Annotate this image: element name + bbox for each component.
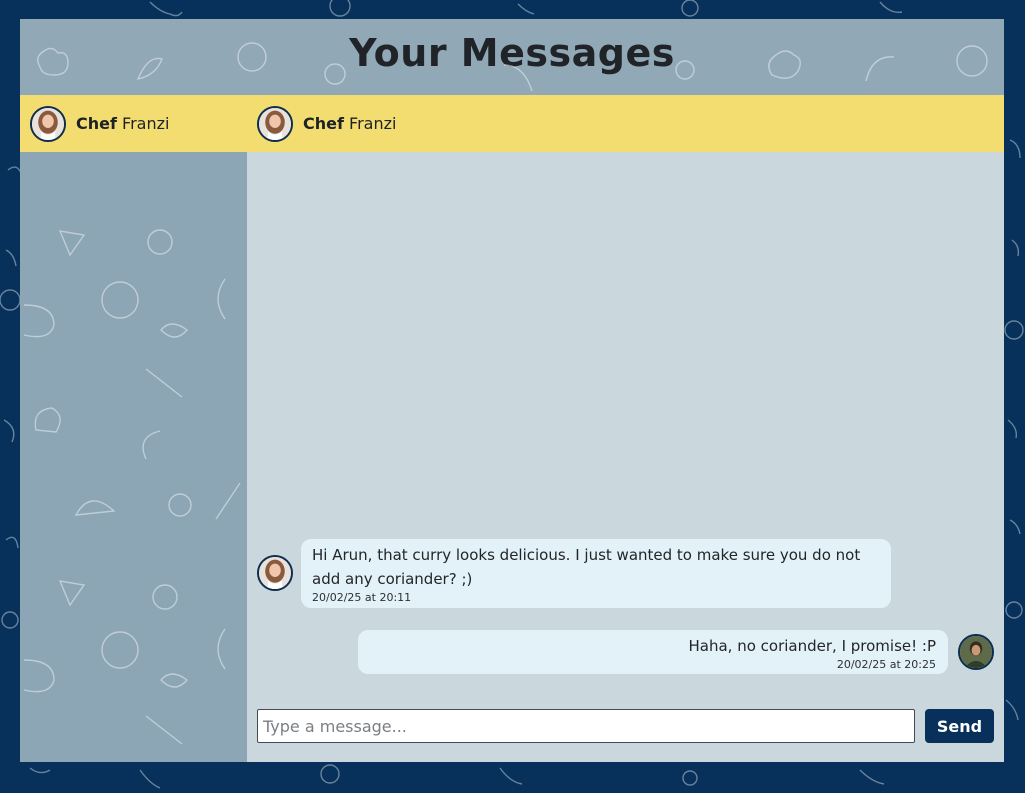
chat-header: Chef Franzi <box>247 95 1004 152</box>
food-doodle-icon <box>675 60 695 80</box>
message-bubble: Haha, no coriander, I promise! :P 20/02/… <box>358 630 948 674</box>
avatar <box>257 105 293 142</box>
avatar-photo <box>259 557 291 589</box>
avatar-photo <box>32 107 64 140</box>
food-doodle-icon <box>136 57 163 80</box>
message-text: Hi Arun, that curry looks delicious. I j… <box>312 546 861 588</box>
contact-first-name: Franzi <box>122 114 170 133</box>
contact-name: Chef Franzi <box>76 114 169 133</box>
chat-header-title: Chef <box>303 114 344 133</box>
food-doodle-icon <box>101 281 139 319</box>
food-doodle-icon <box>101 631 139 669</box>
food-doodle-icon <box>865 56 895 82</box>
food-doodle-icon <box>768 50 801 79</box>
food-doodle-icon <box>160 673 189 688</box>
food-doodle-icon <box>74 500 116 516</box>
message-bubble: Hi Arun, that curry looks delicious. I j… <box>301 539 891 608</box>
food-doodle-icon <box>34 407 61 433</box>
food-doodle-icon <box>23 659 55 693</box>
avatar-photo <box>960 636 992 668</box>
avatar <box>958 634 994 670</box>
food-doodle-icon <box>145 715 183 745</box>
food-doodle-icon <box>37 47 69 76</box>
page-header: Your Messages <box>20 19 1004 95</box>
contact-item-chef-franzi[interactable]: Chef Franzi <box>20 95 247 152</box>
contact-title: Chef <box>76 114 117 133</box>
food-doodle-icon <box>160 323 189 338</box>
messages-app: Your Messages Chef Franzi Chef Franzi Hi… <box>20 19 1004 762</box>
food-doodle-icon <box>237 42 267 72</box>
contacts-sidebar: Chef Franzi <box>20 95 247 762</box>
message-text: Haha, no coriander, I promise! :P <box>688 637 937 655</box>
chat-header-first-name: Franzi <box>349 114 397 133</box>
food-doodle-icon <box>142 430 161 460</box>
send-button[interactable]: Send <box>925 709 994 743</box>
food-doodle-icon <box>23 304 55 338</box>
food-doodle-icon <box>217 628 226 670</box>
message-timestamp: 20/02/25 at 20:11 <box>312 591 412 604</box>
message-timestamp: 20/02/25 at 20:25 <box>836 658 936 671</box>
avatar <box>30 105 66 142</box>
avatar-photo <box>259 107 291 140</box>
food-doodle-icon <box>503 64 533 92</box>
food-doodle-icon <box>58 230 86 257</box>
chat-header-name: Chef Franzi <box>303 114 396 133</box>
food-doodle-icon <box>217 278 226 320</box>
food-doodle-icon <box>324 63 346 85</box>
food-doodle-icon <box>956 45 988 77</box>
chat-panel: Chef Franzi Hi Arun, that curry looks de… <box>247 95 1004 762</box>
message-input[interactable] <box>257 709 915 743</box>
message-composer: Send <box>257 709 994 743</box>
food-doodle-icon <box>152 584 178 610</box>
message-outgoing: Haha, no coriander, I promise! :P 20/02/… <box>358 630 994 674</box>
food-doodle-icon <box>215 482 241 520</box>
message-incoming: Hi Arun, that curry looks delicious. I j… <box>257 539 891 608</box>
food-doodle-icon <box>58 580 86 607</box>
avatar <box>257 555 293 591</box>
food-doodle-icon <box>145 368 183 398</box>
food-doodle-icon <box>168 493 192 517</box>
food-doodle-icon <box>147 229 173 255</box>
